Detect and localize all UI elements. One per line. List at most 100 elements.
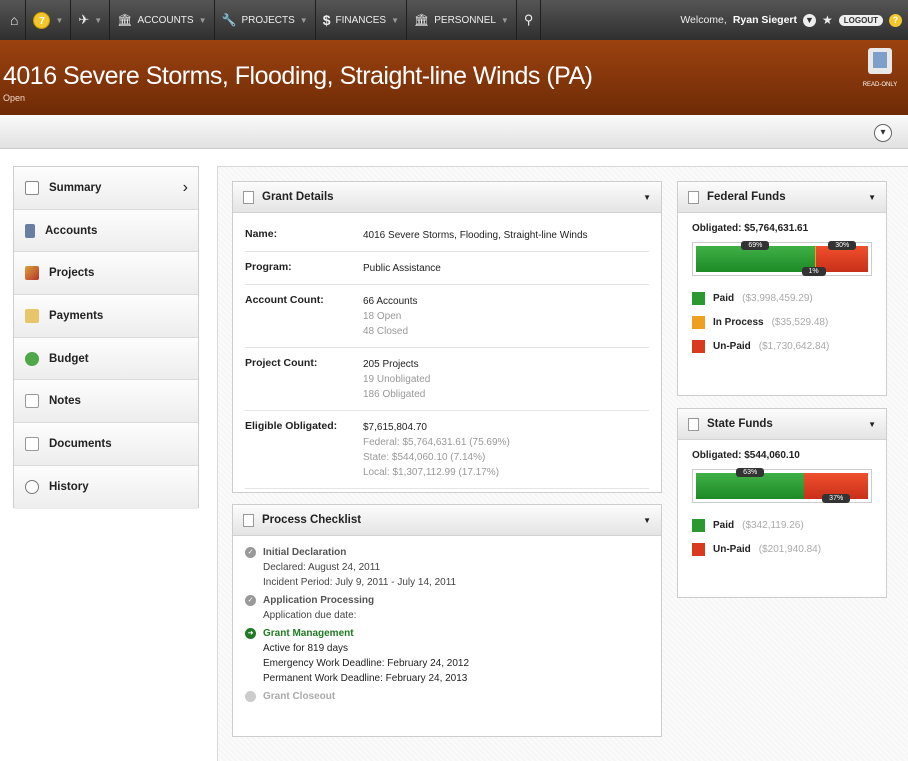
state-funds-header[interactable]: State Funds ▼ (678, 409, 886, 440)
row-sub: Federal: $5,764,631.61 (75.69%) (363, 437, 510, 448)
checklist-item-active: ➜ Grant Management Active for 819 days Emer… (245, 626, 661, 686)
sidebar-item-documents[interactable]: Documents (14, 423, 198, 466)
checklist-item: ✓ Application Processing Application due d… (245, 593, 661, 623)
checklist-line: Emergency Work Deadline: February 24, 20… (263, 658, 470, 669)
accounts-icon (25, 223, 35, 238)
state-funds-panel: State Funds ▼ Obligated: $544,060.10 63% … (677, 408, 887, 598)
row-key: Program: (245, 261, 292, 273)
paid-percent-tip: 69% (741, 241, 770, 250)
nav-personnel[interactable]: 🏛 PERSONNEL ▼ (407, 0, 517, 40)
grant-row-name: Name: 4016 Severe Storms, Flooding, Strai… (245, 219, 649, 252)
sidebar-item-accounts[interactable]: Accounts (14, 209, 198, 253)
grant-details-body: Name: 4016 Severe Storms, Flooding, Strai… (233, 213, 661, 489)
sidebar-item-summary[interactable]: Summary › (14, 167, 198, 210)
budget-icon (25, 351, 39, 366)
nav-projects[interactable]: 🔧 PROJECTS ▼ (215, 0, 316, 40)
unpaid-swatch (692, 340, 705, 353)
sidebar-item-history[interactable]: History (14, 465, 198, 509)
chevron-down-icon[interactable]: ▼ (868, 193, 876, 202)
paid-percent-tip: 63% (736, 468, 765, 477)
document-icon (688, 190, 699, 204)
row-value: 66 Accounts (363, 296, 418, 307)
actions-dropdown-button[interactable]: ▾ (874, 124, 892, 142)
dollar-icon: $ (322, 12, 331, 28)
legend-label: In Process (713, 317, 764, 328)
panel-title: Grant Details (262, 191, 334, 203)
sidebar-item-payments[interactable]: Payments (14, 295, 198, 338)
chevron-down-icon: ▼ (198, 15, 207, 25)
row-sub: 19 Unobligated (363, 374, 431, 385)
document-icon (243, 190, 254, 204)
in-process-swatch (692, 316, 705, 329)
checklist-title: Application Processing (263, 595, 375, 606)
legend-amount: ($342,119.26) (742, 520, 804, 531)
nav-finances[interactable]: $ FINANCES ▼ (316, 0, 407, 40)
sidebar-item-budget[interactable]: Budget (14, 337, 198, 381)
documents-icon (25, 436, 39, 451)
panel-title: State Funds (707, 418, 773, 430)
row-value: $7,615,804.70 (363, 422, 427, 433)
sidebar-item-label: Summary (49, 181, 102, 194)
row-sub: Local: $1,307,112.99 (17.17%) (363, 467, 500, 478)
action-bar: ▾ (0, 115, 908, 149)
row-key: Name: (245, 228, 278, 240)
panel-title: Process Checklist (262, 514, 362, 526)
help-icon[interactable]: ? (889, 13, 902, 27)
checklist-line: Incident Period: July 9, 2011 - July 14,… (263, 577, 457, 588)
book-icon (868, 48, 892, 74)
checklist-title: Grant Closeout (263, 691, 336, 702)
sidebar-item-label: Budget (49, 352, 89, 365)
grant-row-eligible: Eligible Obligated: $7,615,804.70 Federal:… (245, 411, 649, 489)
chevron-down-icon: ▼ (391, 15, 399, 25)
sidebar-item-label: Projects (49, 267, 95, 280)
legend-unpaid: Un-Paid ($1,730,642.84) (692, 340, 872, 353)
nav-finances-label: FINANCES (335, 14, 387, 26)
panel-title: Federal Funds (707, 191, 786, 203)
process-checklist-header[interactable]: Process Checklist ▼ (233, 505, 661, 536)
search-icon: ⚲ (523, 12, 534, 27)
row-sub: 48 Closed (363, 326, 409, 337)
status-label: Open (3, 93, 26, 103)
federal-funds-panel: Federal Funds ▼ Obligated: $5,764,631.61 … (677, 181, 887, 396)
sidebar-item-notes[interactable]: Notes (14, 380, 198, 424)
user-menu-icon[interactable]: ▼ (803, 13, 817, 27)
federal-funds-header[interactable]: Federal Funds ▼ (678, 182, 886, 213)
sidebar-item-label: Notes (49, 395, 81, 408)
legend-label: Paid (713, 293, 735, 304)
federal-progress-bar: 69% 30% 1% (692, 241, 872, 276)
chevron-down-icon[interactable]: ▼ (643, 193, 651, 202)
nav-projects-label: PROJECTS (241, 14, 295, 26)
legend-label: Un-Paid (713, 341, 751, 352)
nav-personnel-label: PERSONNEL (434, 14, 496, 26)
notifications-button[interactable]: 7 ▼ (26, 0, 72, 40)
sidebar-item-projects[interactable]: Projects (14, 252, 198, 296)
grant-details-header[interactable]: Grant Details ▼ (233, 182, 661, 213)
user-name[interactable]: Ryan Siegert (733, 14, 797, 26)
paid-swatch (692, 519, 705, 532)
legend-unpaid: Un-Paid ($201,940.84) (692, 543, 872, 556)
chevron-down-icon[interactable]: ▼ (868, 420, 876, 429)
row-sub: 186 Obligated (363, 389, 426, 400)
checklist-line: Active for 819 days (263, 643, 349, 654)
chevron-down-icon[interactable]: ▼ (643, 516, 651, 525)
legend-amount: ($3,998,459.29) (742, 293, 813, 304)
star-icon[interactable]: ★ (822, 13, 833, 27)
search-button[interactable]: ⚲ (517, 0, 542, 40)
row-key: Eligible Obligated: (245, 420, 338, 432)
pin-button[interactable]: ✈ ▼ (71, 0, 111, 40)
federal-funds-body: Obligated: $5,764,631.61 69% 30% 1% Paid… (678, 213, 886, 363)
read-only-badge: READ-ONLY (858, 48, 902, 106)
obligated-amount: Obligated: $544,060.10 (692, 450, 800, 461)
nav-accounts[interactable]: 🏛 ACCOUNTS ▼ (110, 0, 215, 40)
checklist-line: Application due date: (263, 610, 357, 621)
home-button[interactable]: ⌂ (0, 0, 27, 40)
paid-swatch (692, 292, 705, 305)
bank-icon: 🏛 (117, 13, 133, 27)
building-icon: 🏛 (414, 13, 430, 27)
logout-button[interactable]: LOGOUT (838, 14, 883, 26)
checklist-title: Grant Management (263, 628, 354, 639)
notes-icon (25, 394, 39, 409)
check-icon: ✓ (245, 547, 256, 558)
checklist-item-pending: Grant Closeout (245, 689, 661, 704)
legend-label: Un-Paid (713, 544, 751, 555)
